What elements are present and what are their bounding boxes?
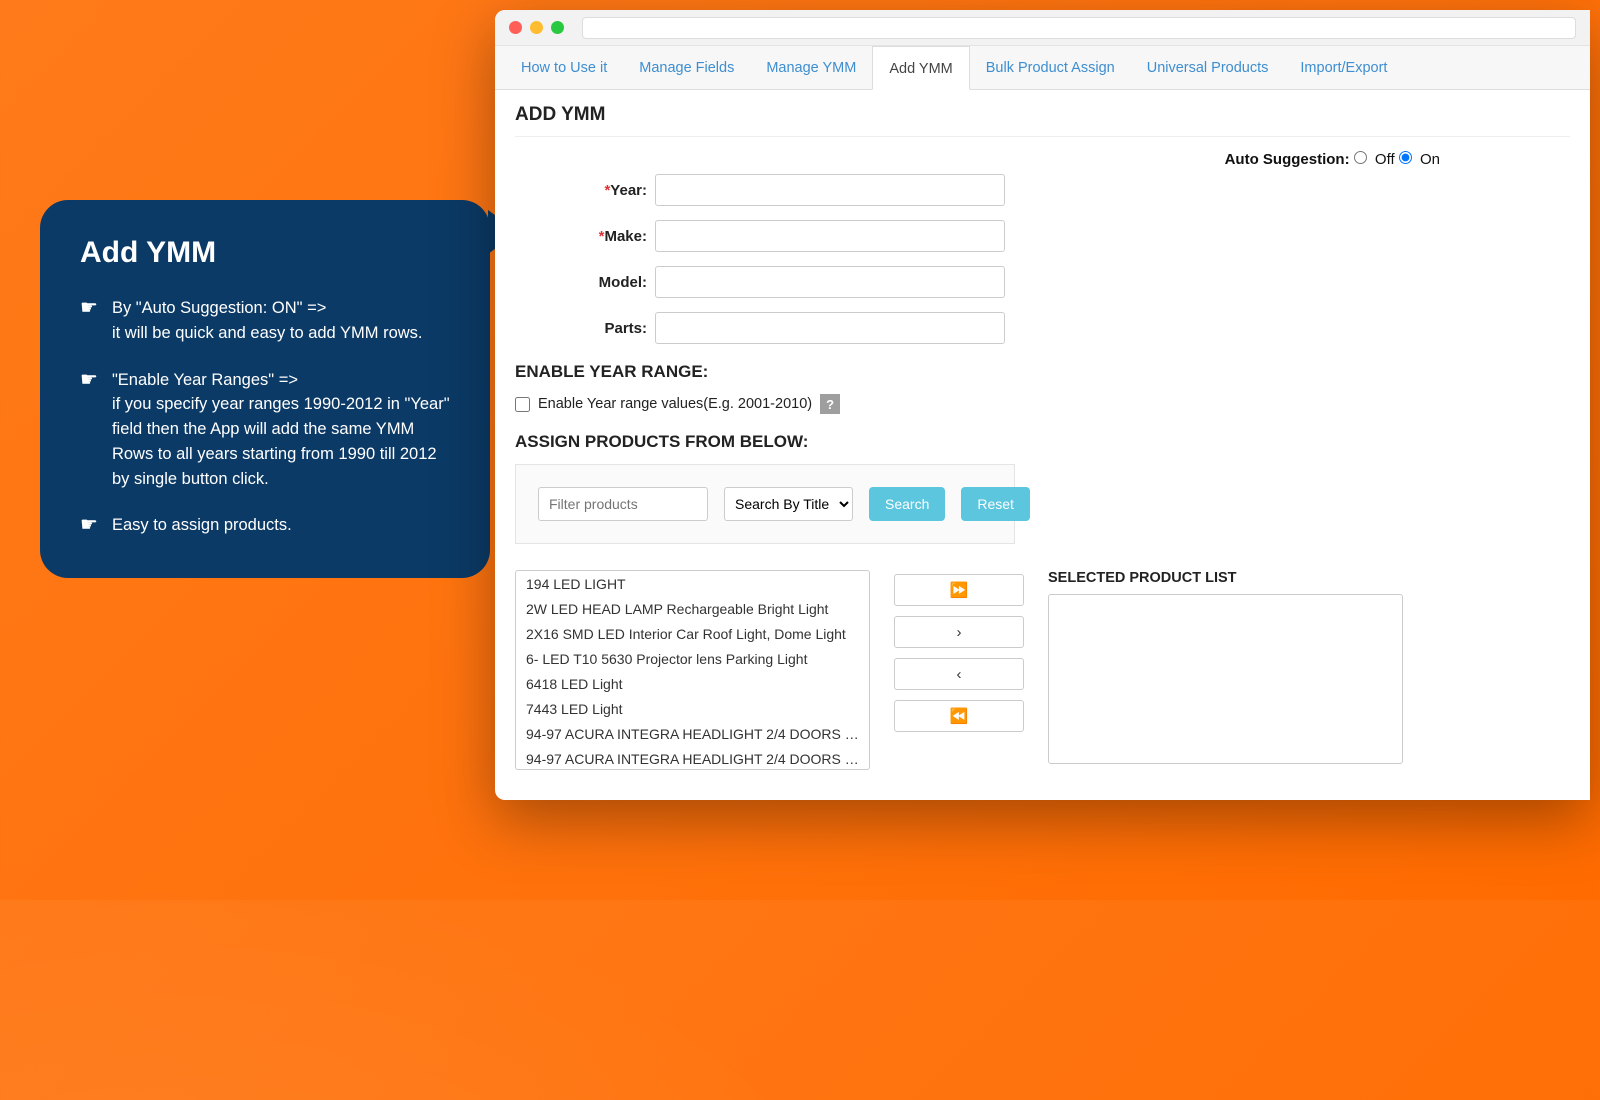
double-chevron-left-icon: ⏪ <box>950 708 969 725</box>
hand-icon: ☛ <box>80 296 98 346</box>
model-label: Model: <box>599 274 647 291</box>
enable-year-range-checkbox[interactable] <box>515 397 530 412</box>
filter-products-input[interactable] <box>538 487 708 521</box>
callout-list: ☛ By "Auto Suggestion: ON" => it will be … <box>80 296 450 538</box>
make-input[interactable] <box>655 220 1005 252</box>
titlebar <box>495 10 1590 46</box>
auto-suggestion-on-radio[interactable] <box>1399 151 1412 164</box>
list-item[interactable]: 94-97 ACURA INTEGRA HEADLIGHT 2/4 DOORS … <box>516 746 869 770</box>
tab-manage-fields[interactable]: Manage Fields <box>623 46 750 89</box>
reset-button[interactable]: Reset <box>961 487 1030 521</box>
callout-item: By "Auto Suggestion: ON" => it will be q… <box>112 296 423 346</box>
model-input[interactable] <box>655 266 1005 298</box>
chevron-left-icon: ‹ <box>957 666 962 683</box>
enable-year-range-label: Enable Year range values(E.g. 2001-2010) <box>538 396 812 412</box>
year-range-heading: ENABLE YEAR RANGE: <box>515 362 1570 382</box>
make-label: Make: <box>604 228 647 245</box>
url-bar[interactable] <box>582 17 1576 39</box>
close-icon[interactable] <box>509 21 522 34</box>
tabs: How to Use it Manage Fields Manage YMM A… <box>495 46 1590 90</box>
list-item[interactable]: 94-97 ACURA INTEGRA HEADLIGHT 2/4 DOORS … <box>516 721 869 746</box>
tab-manage-ymm[interactable]: Manage YMM <box>750 46 872 89</box>
callout-title: Add YMM <box>80 236 450 270</box>
move-all-left-button[interactable]: ⏪ <box>894 700 1024 732</box>
help-icon[interactable]: ? <box>820 394 840 414</box>
list-item[interactable]: 2X16 SMD LED Interior Car Roof Light, Do… <box>516 621 869 646</box>
search-button[interactable]: Search <box>869 487 945 521</box>
double-chevron-right-icon: ⏩ <box>950 582 969 599</box>
auto-suggestion-off-label: Off <box>1375 151 1395 168</box>
page-title: ADD YMM <box>515 104 1570 137</box>
list-item[interactable]: 194 LED LIGHT <box>516 571 869 596</box>
list-item[interactable]: 6418 LED Light <box>516 671 869 696</box>
browser-window: How to Use it Manage Fields Manage YMM A… <box>495 10 1590 800</box>
move-left-button[interactable]: ‹ <box>894 658 1024 690</box>
hand-icon: ☛ <box>80 513 98 538</box>
assign-heading: ASSIGN PRODUCTS FROM BELOW: <box>515 432 1570 452</box>
maximize-icon[interactable] <box>551 21 564 34</box>
available-products-list[interactable]: 194 LED LIGHT 2W LED HEAD LAMP Rechargea… <box>515 570 870 770</box>
auto-suggestion-on-label: On <box>1420 151 1440 168</box>
assign-area: 194 LED LIGHT 2W LED HEAD LAMP Rechargea… <box>515 570 1570 770</box>
chevron-right-icon: › <box>957 624 962 641</box>
auto-suggestion-label: Auto Suggestion: <box>1225 151 1350 168</box>
callout-item: "Enable Year Ranges" => if you specify y… <box>112 368 450 492</box>
year-label: Year: <box>610 182 647 199</box>
auto-suggestion: Auto Suggestion: Off On <box>515 151 1570 168</box>
callout-panel: Add YMM ☛ By "Auto Suggestion: ON" => it … <box>40 200 490 578</box>
tab-universal-products[interactable]: Universal Products <box>1131 46 1285 89</box>
hand-icon: ☛ <box>80 368 98 492</box>
tab-how-to-use[interactable]: How to Use it <box>505 46 623 89</box>
year-input[interactable] <box>655 174 1005 206</box>
list-item[interactable]: 7443 LED Light <box>516 696 869 721</box>
callout-item: Easy to assign products. <box>112 513 292 538</box>
selected-products-list[interactable] <box>1048 594 1403 764</box>
list-item[interactable]: 2W LED HEAD LAMP Rechargeable Bright Lig… <box>516 596 869 621</box>
filter-bar: Search By Title Search Reset <box>515 464 1015 544</box>
tab-bulk-assign[interactable]: Bulk Product Assign <box>970 46 1131 89</box>
move-right-button[interactable]: › <box>894 616 1024 648</box>
list-item[interactable]: 6- LED T10 5630 Projector lens Parking L… <box>516 646 869 671</box>
selected-list-title: SELECTED PRODUCT LIST <box>1048 570 1570 586</box>
move-buttons: ⏩ › ‹ ⏪ <box>894 570 1024 770</box>
minimize-icon[interactable] <box>530 21 543 34</box>
parts-label: Parts: <box>604 320 647 337</box>
parts-input[interactable] <box>655 312 1005 344</box>
search-by-select[interactable]: Search By Title <box>724 487 853 521</box>
tab-import-export[interactable]: Import/Export <box>1284 46 1403 89</box>
tab-add-ymm[interactable]: Add YMM <box>872 46 969 90</box>
content: ADD YMM Auto Suggestion: Off On *Year: *… <box>495 90 1590 784</box>
move-all-right-button[interactable]: ⏩ <box>894 574 1024 606</box>
auto-suggestion-off-radio[interactable] <box>1354 151 1367 164</box>
